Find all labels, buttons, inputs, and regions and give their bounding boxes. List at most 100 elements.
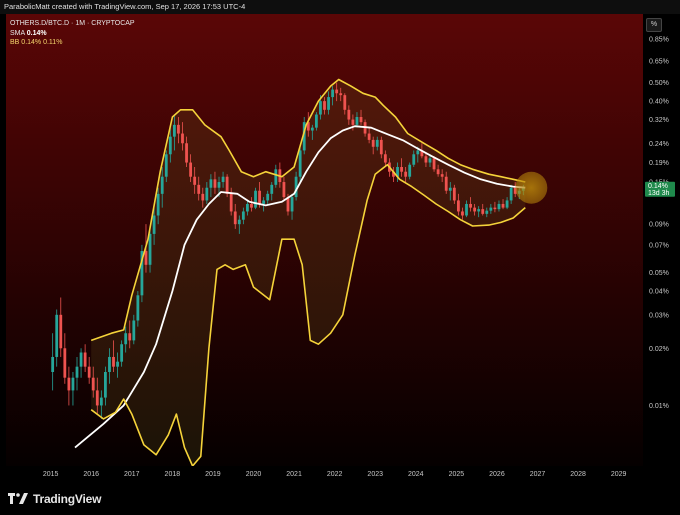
candle-body [505,200,509,208]
candle-body [444,176,448,191]
candle-body [116,361,119,367]
candle-body [79,352,83,367]
candle-body [258,190,261,204]
symbol-label[interactable]: OTHERS.D/BTC.D · 1M · CRYPTOCAP [10,20,135,27]
candle-body [440,174,444,177]
candle-body [246,203,249,212]
price-tick-label: 0.85% [649,36,669,43]
candle-body [485,210,489,214]
candle-body [59,314,63,349]
candle-body [148,233,152,265]
candle-body [266,193,270,201]
candle-body [400,166,403,172]
candle-body [168,136,172,155]
candle-body [465,203,468,216]
time-tick-label: 2019 [205,471,221,478]
candle-body [319,101,322,115]
header-bar: ParabolicMatt created with TradingView.c… [0,0,680,14]
time-tick-label: 2017 [124,471,140,478]
price-tick-label: 0.24% [649,141,669,148]
price-chart[interactable]: 0.85%0.65%0.50%0.40%0.32%0.24%0.19%0.15%… [0,14,680,482]
time-tick-label: 2026 [489,471,505,478]
candle-body [160,176,164,194]
candle-body [424,156,428,163]
bb-name[interactable]: BB [10,39,19,46]
candle-body [221,176,225,183]
candle-body [290,197,294,212]
candle-body [254,190,257,208]
highlight-circle [515,171,548,204]
candle-body [335,89,339,94]
candle-body [509,187,513,201]
candle-body [408,164,412,177]
candle-body [132,320,136,341]
candle-body [347,109,351,120]
time-tick-label: 2020 [246,471,262,478]
candle-body [493,207,497,210]
candle-body [156,193,160,216]
price-badge-value: 0.14% [648,183,668,190]
candle-body [201,193,205,201]
percent-scale-button[interactable]: % [646,18,662,32]
sma-name[interactable]: SMA [10,30,25,37]
price-tick-label: 0.05% [649,270,669,277]
price-tick-label: 0.09% [649,222,669,229]
price-tick-label: 0.03% [649,312,669,319]
candle-body [477,209,481,212]
candle-body [375,139,379,147]
tradingview-logo-icon [8,493,28,504]
candle-body [497,203,501,210]
price-tick-label: 0.32% [649,117,669,124]
sma-value: 0.14% [26,29,47,37]
candle-body [448,187,452,191]
candle-body [355,116,359,125]
time-tick-label: 2024 [408,471,424,478]
candle-body [351,119,355,125]
candle-body [481,209,485,214]
price-tick-label: 0.19% [649,160,669,167]
candle-body [282,182,286,198]
candle-body [193,176,197,185]
candle-body [452,187,456,201]
candle-body [95,390,99,406]
candle-body [197,184,201,194]
candle-body [99,397,103,406]
candle-body [404,171,408,177]
candle-body [177,124,180,134]
candle-body [225,176,229,194]
candle-body [383,154,387,163]
candle-body [359,116,363,123]
candle-body [67,377,71,391]
price-tick-label: 0.01% [649,403,669,410]
candle-body [371,139,375,147]
time-tick-label: 2025 [449,471,465,478]
candle-body [501,203,505,208]
time-tick-label: 2028 [570,471,586,478]
candle-body [104,371,107,398]
candle-body [152,215,156,234]
candle-body [144,251,148,265]
candle-body [314,114,318,128]
time-tick-label: 2015 [43,471,59,478]
candle-body [436,169,440,175]
candle-body [181,133,184,144]
candle-body [343,95,347,110]
candle-body [75,366,79,378]
candle-body [83,352,87,367]
tradingview-logo[interactable]: TradingView [8,492,101,506]
candle-body [233,211,237,225]
candle-body [432,158,436,170]
candle-body [209,179,213,188]
candle-body [87,366,91,378]
candle-body [205,187,209,201]
candle-body [108,356,111,372]
candle-body [339,93,343,96]
candle-body [229,193,233,212]
candle-body [327,97,330,110]
price-tick-label: 0.07% [649,242,669,249]
candle-body [473,207,477,212]
candle-body [461,211,464,216]
candle-body [298,150,302,177]
candle-body [323,101,326,110]
candle-body [55,314,59,357]
